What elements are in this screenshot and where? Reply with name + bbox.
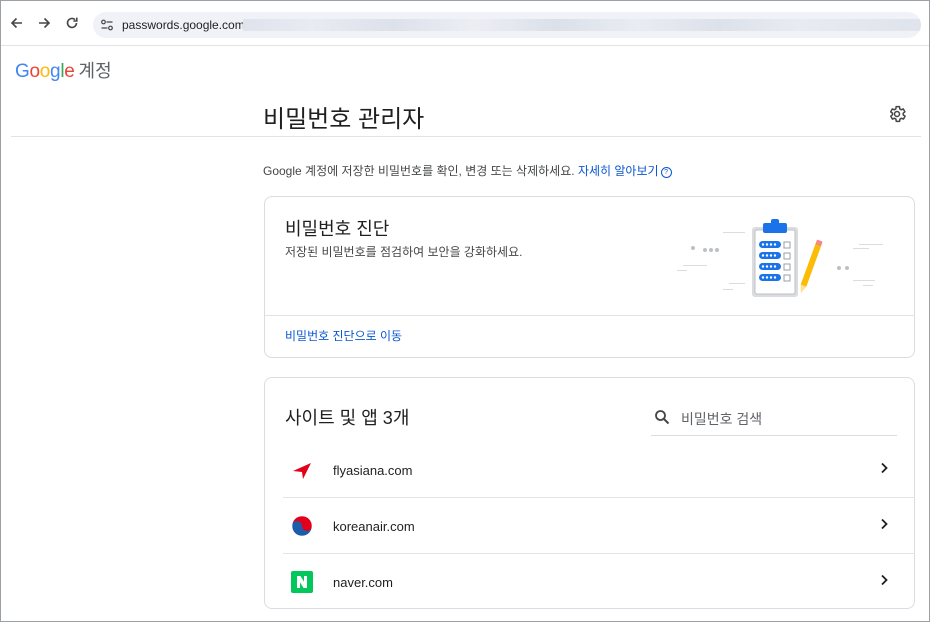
clipboard-checklist-illustration: [677, 219, 883, 297]
site-info-icon[interactable]: [100, 18, 114, 32]
chevron-right-icon: [881, 462, 888, 474]
site-row-naver[interactable]: naver.com: [283, 553, 915, 609]
checkup-subtitle: 저장된 비밀번호를 점검하여 보안을 강화하세요.: [285, 245, 523, 259]
site-name: koreanair.com: [333, 519, 415, 534]
search-icon: [655, 410, 670, 425]
asiana-logo-icon: [293, 463, 311, 479]
naver-logo-icon: [291, 571, 313, 593]
sites-count-title: 사이트 및 앱 3개: [285, 408, 410, 428]
url-text: passwords.google.com/: [122, 18, 249, 32]
browser-toolbar: passwords.google.com/: [1, 1, 929, 46]
password-search-input[interactable]: [679, 408, 893, 430]
account-label: 계정: [78, 61, 112, 81]
forward-button[interactable]: [34, 13, 54, 33]
settings-gear-icon[interactable]: [887, 104, 907, 124]
help-icon[interactable]: ?: [660, 167, 672, 178]
reload-icon: [66, 17, 78, 29]
password-checkup-card: 비밀번호 진단 저장된 비밀번호를 점검하여 보안을 강화하세요. 비밀번호 진…: [264, 196, 915, 358]
saved-sites-card: 사이트 및 앱 3개 flyasiana.com koreanair.com n…: [264, 377, 915, 609]
chevron-right-icon: [881, 574, 888, 586]
reload-button[interactable]: [62, 13, 82, 33]
learn-more-link[interactable]: 자세히 알아보기: [578, 164, 659, 178]
go-to-checkup-link[interactable]: 비밀번호 진단으로 이동: [285, 327, 402, 344]
page-title: 비밀번호 관리자: [263, 106, 425, 133]
page-description: Google 계정에 저장한 비밀번호를 확인, 변경 또는 삭제하세요. 자세…: [263, 162, 672, 179]
address-bar[interactable]: passwords.google.com/: [93, 12, 921, 38]
arrow-left-icon: [10, 17, 22, 29]
password-search[interactable]: [651, 403, 897, 436]
title-divider: [11, 136, 921, 137]
arrow-right-icon: [39, 17, 51, 29]
description-text: Google 계정에 저장한 비밀번호를 확인, 변경 또는 삭제하세요.: [263, 164, 575, 178]
url-redacted: [243, 19, 921, 31]
google-logo: Google: [15, 61, 75, 82]
site-name: naver.com: [333, 575, 393, 590]
site-row-koreanair[interactable]: koreanair.com: [283, 497, 915, 554]
back-button[interactable]: [7, 13, 27, 33]
chevron-right-icon: [881, 518, 888, 530]
koreanair-logo-icon: [291, 515, 313, 537]
site-name: flyasiana.com: [333, 463, 413, 478]
checkup-title: 비밀번호 진단: [285, 219, 390, 239]
site-row-flyasiana[interactable]: flyasiana.com: [283, 441, 915, 498]
account-header[interactable]: Google 계정: [15, 57, 112, 82]
checkup-divider: [265, 315, 914, 316]
